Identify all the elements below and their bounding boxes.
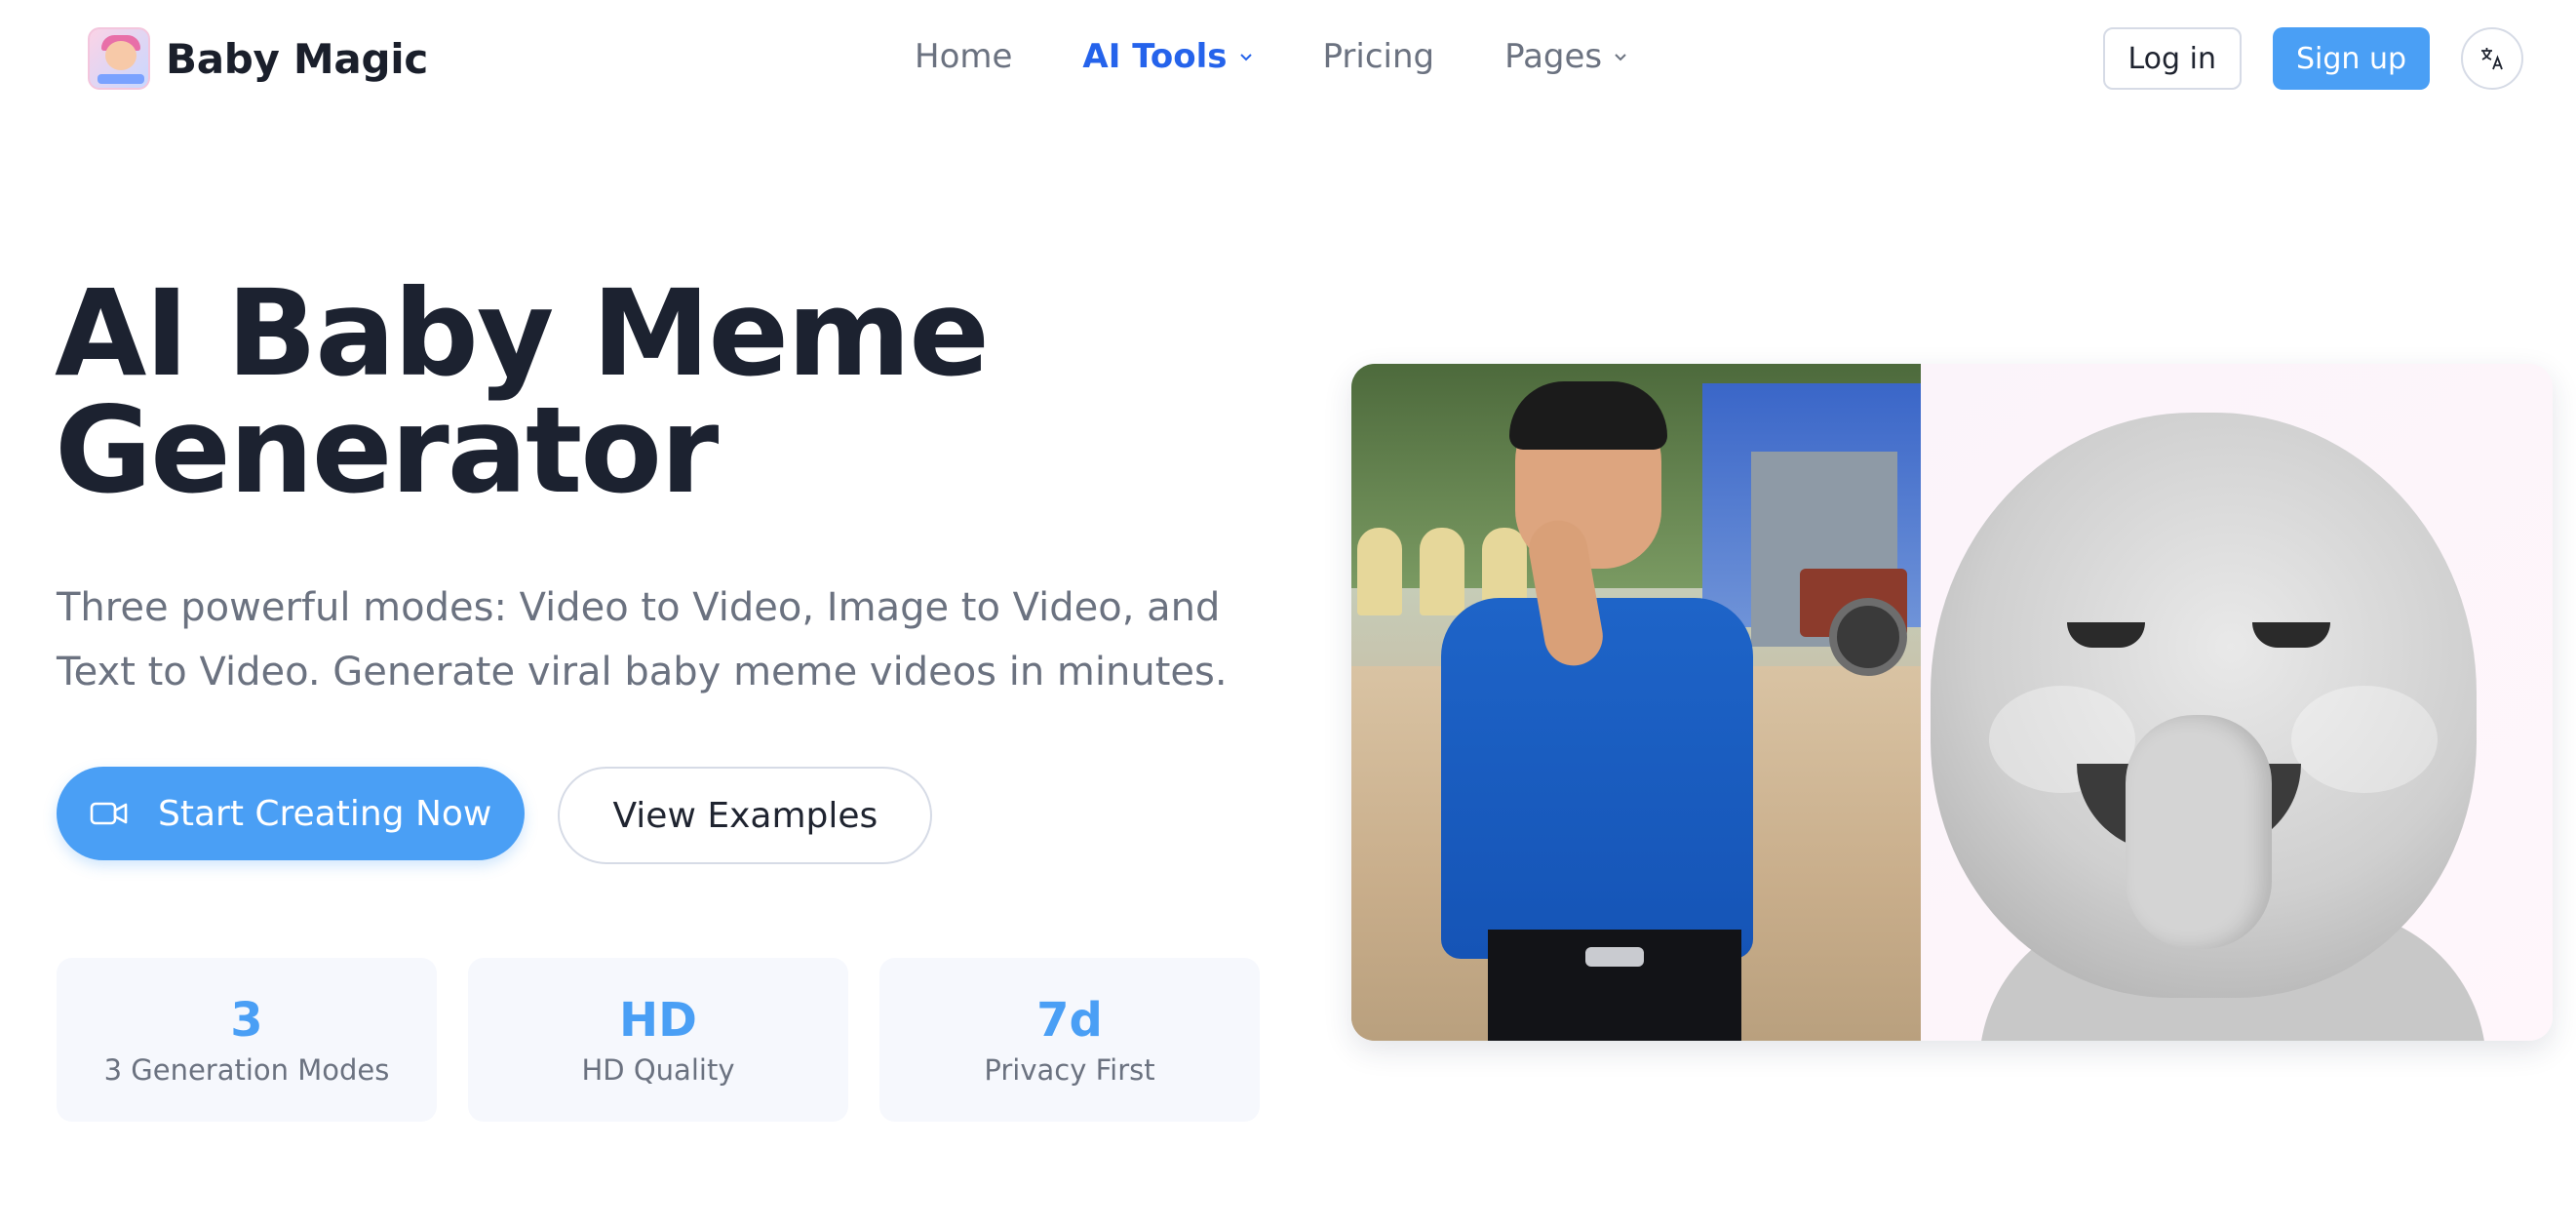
view-examples-button[interactable]: View Examples [558,767,933,864]
nav-item-label: Home [915,37,1013,76]
generated-baby-frame [1921,364,2553,1041]
nav-item-pages[interactable]: Pages [1504,37,1627,76]
chevron-down-icon [1615,54,1626,61]
hero-subtitle: Three powerful modes: Video to Video, Im… [57,585,1228,694]
brand[interactable]: Baby Magic [88,27,428,90]
stat-label: HD Quality [581,1053,735,1087]
nav-item-home[interactable]: Home [915,37,1012,76]
nav-item-label: Pricing [1322,37,1435,76]
cta-row: Start Creating Now View Examples [57,767,933,864]
signup-button[interactable]: Sign up [2272,27,2430,90]
stat-label: Privacy First [984,1053,1155,1087]
stat-value: HD [618,993,697,1048]
stats-row: 3 3 Generation Modes HD HD Quality 7d Pr… [57,958,1260,1122]
title-line-2: Generator [55,381,719,520]
nav-item-label: AI Tools [1082,37,1228,76]
logo-icon [88,27,150,90]
start-creating-button[interactable]: Start Creating Now [57,767,526,860]
stat-card: 7d Privacy First [879,958,1260,1122]
main-menu: Home AI Tools Pricing Pages [915,37,1698,76]
stat-card: 3 3 Generation Modes [57,958,437,1122]
example-comparison-image [1351,364,2553,1041]
nav-actions: Log in Sign up [2102,27,2523,90]
stat-value: 3 [230,993,263,1048]
translate-icon [2481,48,2503,70]
page-title: AI Baby Meme Generator [55,274,1273,510]
chevron-down-icon [1239,54,1252,61]
nav-item-label: Pages [1504,37,1603,76]
stat-card: HD HD Quality [468,958,848,1122]
top-nav: Baby Magic Home AI Tools Pricing Pages L… [0,0,2576,117]
brand-name: Baby Magic [166,34,428,83]
nav-item-ai-tools[interactable]: AI Tools [1082,37,1252,76]
stat-value: 7d [1036,993,1103,1048]
nav-item-pricing[interactable]: Pricing [1323,37,1435,76]
language-button[interactable] [2461,27,2523,90]
start-creating-label: Start Creating Now [158,793,492,834]
stat-label: 3 Generation Modes [103,1053,390,1087]
login-button[interactable]: Log in [2102,27,2242,90]
source-video-frame [1351,364,1921,1041]
video-camera-icon [90,802,128,825]
